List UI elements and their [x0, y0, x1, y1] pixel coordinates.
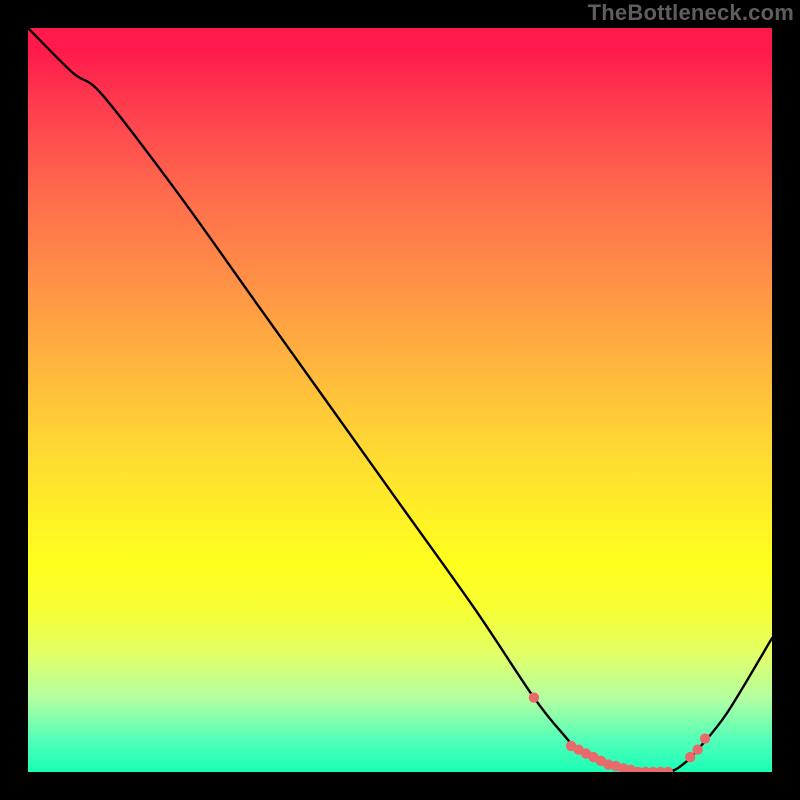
- watermark-label: TheBottleneck.com: [588, 0, 794, 26]
- plot-area: [28, 28, 772, 772]
- bottleneck-curve: [28, 28, 772, 772]
- data-marker: [700, 733, 710, 743]
- data-marker: [529, 692, 539, 702]
- data-marker: [692, 744, 702, 754]
- data-marker: [685, 752, 695, 762]
- chart-frame: TheBottleneck.com: [0, 0, 800, 800]
- data-marker: [663, 767, 673, 772]
- marker-layer: [529, 692, 711, 772]
- curve-layer: [28, 28, 772, 772]
